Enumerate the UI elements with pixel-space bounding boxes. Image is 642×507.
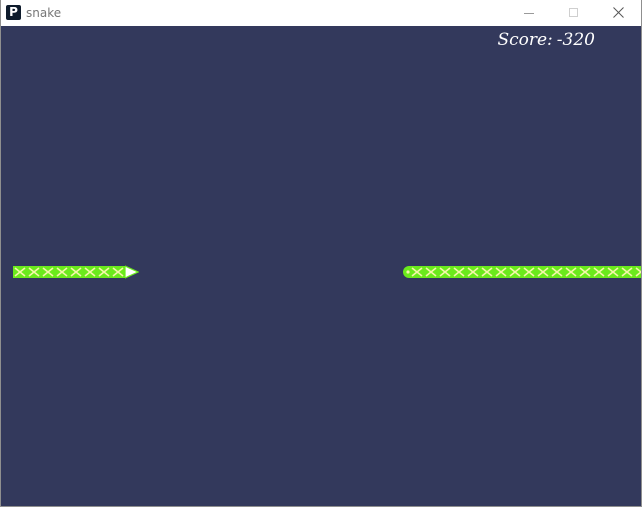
snake-segment <box>578 266 592 278</box>
score-value: -320 <box>556 30 595 50</box>
snake-segment <box>41 266 55 278</box>
score-display: Score: -320 <box>497 30 595 50</box>
snake-segment <box>564 266 578 278</box>
snake-segment <box>634 266 641 278</box>
snake-segment <box>55 266 69 278</box>
snake-segment <box>410 266 424 278</box>
close-button[interactable] <box>596 0 641 26</box>
snake-segment <box>424 266 438 278</box>
app-logo-glyph: P <box>9 5 18 19</box>
title-bar[interactable]: P snake <box>1 0 641 26</box>
snake-segment <box>69 266 83 278</box>
minimize-icon <box>524 13 534 14</box>
minimize-button[interactable] <box>506 0 551 26</box>
snake-segment <box>592 266 606 278</box>
game-window: P snake Score: -320 <box>0 0 642 507</box>
snake-segment <box>13 266 27 278</box>
close-icon <box>613 7 624 18</box>
snake-segment <box>111 266 125 278</box>
snake-segment <box>508 266 522 278</box>
snake-segment <box>97 266 111 278</box>
snake-segment <box>27 266 41 278</box>
snake-segment <box>438 266 452 278</box>
snake-head <box>125 265 139 279</box>
snake-segment <box>522 266 536 278</box>
snake-segment <box>83 266 97 278</box>
snake-segment <box>606 266 620 278</box>
game-canvas[interactable]: Score: -320 <box>1 26 641 506</box>
snake-body-left <box>13 265 143 279</box>
snake-segment <box>466 266 480 278</box>
maximize-icon <box>569 8 578 17</box>
window-title: snake <box>26 6 62 20</box>
app-logo-icon: P <box>6 5 21 20</box>
snake-segment <box>536 266 550 278</box>
snake-body-right <box>401 265 641 279</box>
snake-segment <box>480 266 494 278</box>
maximize-button[interactable] <box>551 0 596 26</box>
score-label: Score: <box>497 30 553 50</box>
snake-segment <box>550 266 564 278</box>
snake-segment <box>620 266 634 278</box>
snake-segment <box>494 266 508 278</box>
snake-segment <box>452 266 466 278</box>
